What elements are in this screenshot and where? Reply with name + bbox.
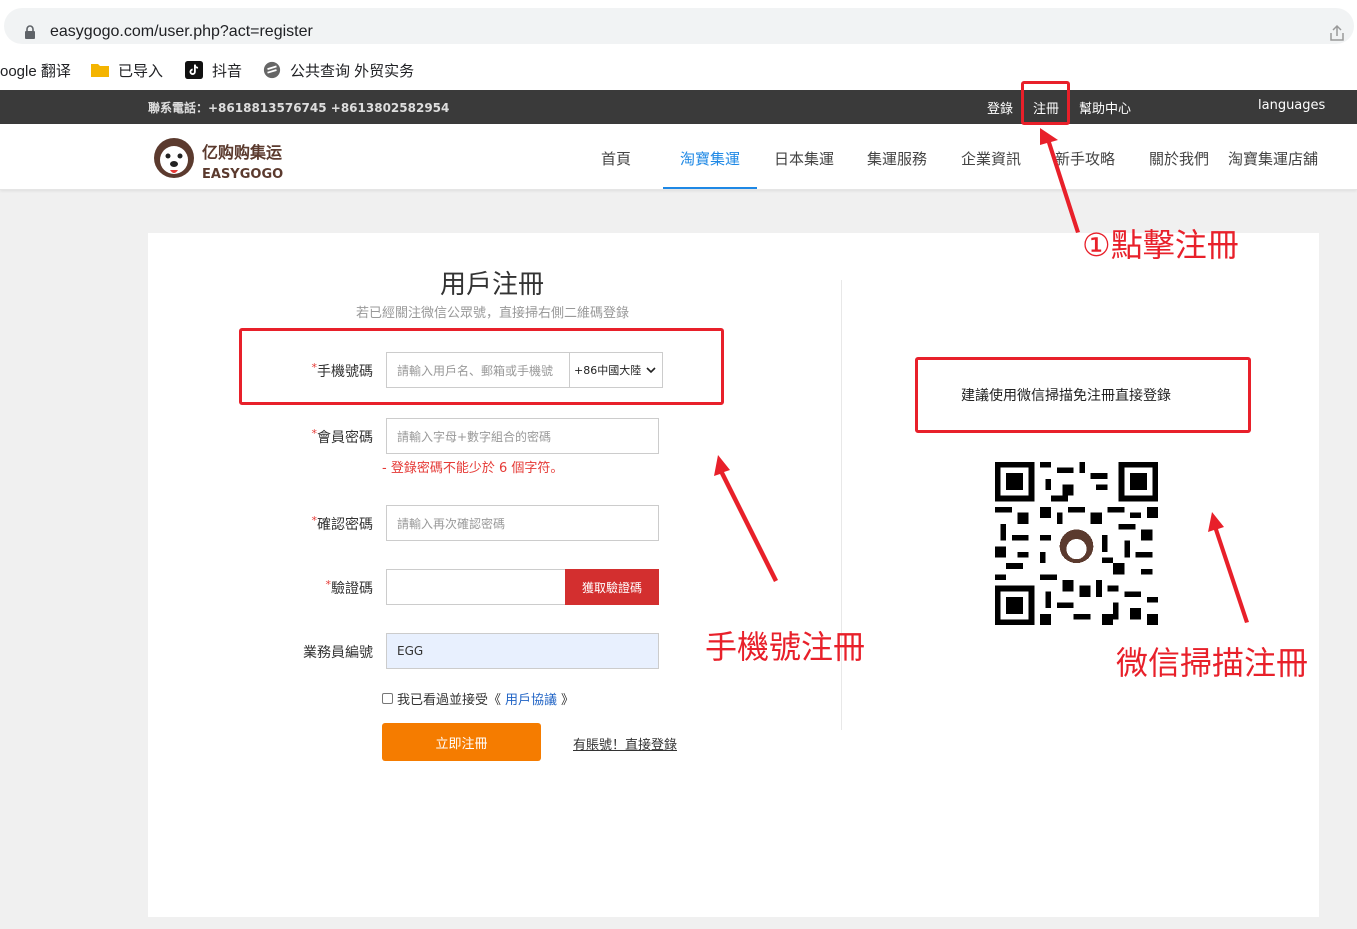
bookmark-label: 已导入 — [118, 62, 164, 80]
nav-shipping-service[interactable]: 集運服務 — [867, 148, 927, 169]
e-logo-icon — [263, 61, 281, 79]
user-agreement-link[interactable]: 用戶協議 — [505, 689, 557, 708]
languages-link[interactable]: languages — [1258, 98, 1325, 113]
agreement-suffix: 》 — [561, 693, 575, 708]
agent-id-input[interactable]: EGG — [386, 633, 659, 669]
tiktok-icon — [185, 61, 203, 79]
password-input[interactable]: 請輸入字母+數字組合的密碼 — [386, 418, 659, 454]
page-title: 用戶注冊 — [440, 270, 545, 300]
annotation-wechat-box — [915, 357, 1251, 433]
annotation-phone-box — [239, 328, 724, 405]
lock-icon — [25, 25, 35, 39]
annotation-wechat-register: 微信掃描注冊 — [1116, 644, 1309, 682]
url-text: easygogo.com/user.php?act=register — [50, 23, 313, 40]
contact-phone: 聯系電話：+8618813576745 +8613802582954 — [148, 101, 450, 115]
nav-about-us[interactable]: 關於我們 — [1149, 148, 1209, 169]
browser-address-bar: easygogo.com/user.php?act=register — [0, 0, 1357, 52]
nav-beginner-guide[interactable]: 新手攻略 — [1055, 148, 1115, 169]
bookmarks-bar: oogle 翻译 已导入 抖音 公共查询 外贸实务 — [0, 52, 1357, 90]
svg-text:亿购购集运: 亿购购集运 — [202, 143, 282, 162]
confirm-password-label: *確認密碼 — [311, 514, 374, 533]
annotation-step1: ①點擊注冊 — [1082, 226, 1239, 264]
get-code-button[interactable]: 獲取驗證碼 — [565, 569, 659, 605]
bookmark-douyin[interactable]: 抖音 — [184, 58, 242, 82]
page-subtitle: 若已經關注微信公眾號，直接掃右側二維碼登錄 — [356, 306, 630, 321]
annotation-phone-register: 手機號注冊 — [705, 628, 866, 666]
nav-home[interactable]: 首頁 — [601, 148, 631, 169]
password-error: - 登錄密碼不能少於 6 個字符。 — [382, 461, 564, 476]
nav-taobao-shipping[interactable]: 淘寶集運 — [680, 148, 740, 169]
svg-text:EASYGOGO: EASYGOGO — [202, 167, 283, 182]
bookmark-trade[interactable]: 公共查询 外贸实务 — [262, 58, 414, 82]
verify-code-input[interactable] — [386, 569, 566, 605]
nav-taobao-store[interactable]: 淘寶集運店舖 — [1228, 148, 1318, 169]
agreement-checkbox[interactable] — [382, 693, 393, 704]
register-submit-button[interactable]: 立即注冊 — [382, 723, 541, 761]
agreement-row: 我已看過並接受《 用戶協議》 — [382, 689, 574, 708]
bookmark-label: 公共查询 外贸实务 — [290, 62, 415, 80]
help-center-link[interactable]: 幫助中心 — [1079, 98, 1131, 117]
bookmark-google-translate[interactable]: oogle 翻译 — [0, 58, 71, 82]
direct-login-link[interactable]: 有賬號！直接登錄 — [573, 734, 677, 753]
wechat-qr-code — [995, 462, 1158, 625]
nav-active-indicator — [663, 187, 757, 189]
nav-company-news[interactable]: 企業資訊 — [961, 148, 1021, 169]
top-info-bar: 聯系電話：+8618813576745 +8613802582954 登錄 注冊… — [0, 90, 1357, 124]
verify-code-label: *驗證碼 — [325, 578, 374, 597]
url-field[interactable]: easygogo.com/user.php?act=register — [4, 8, 1354, 44]
bookmark-imported[interactable]: 已导入 — [90, 58, 163, 82]
share-icon[interactable] — [1328, 24, 1346, 42]
password-label: *會員密碼 — [311, 427, 374, 446]
folder-icon — [91, 64, 109, 77]
easygogo-logo[interactable]: 亿购购集运 EASYGOGO — [150, 128, 320, 186]
login-link[interactable]: 登錄 — [987, 98, 1013, 117]
bookmark-label: oogle 翻译 — [0, 62, 71, 80]
site-header: 亿购购集运 EASYGOGO 首頁 淘寶集運 日本集運 集運服務 企業資訊 新手… — [0, 124, 1357, 190]
annotation-register-box — [1021, 81, 1070, 125]
agreement-prefix: 我已看過並接受《 — [397, 693, 502, 708]
agent-id-label: 業務員編號 — [303, 645, 373, 661]
bookmark-label: 抖音 — [212, 62, 243, 80]
confirm-password-input[interactable]: 請輸入再次確認密碼 — [386, 505, 659, 541]
nav-japan-shipping[interactable]: 日本集運 — [774, 148, 834, 169]
